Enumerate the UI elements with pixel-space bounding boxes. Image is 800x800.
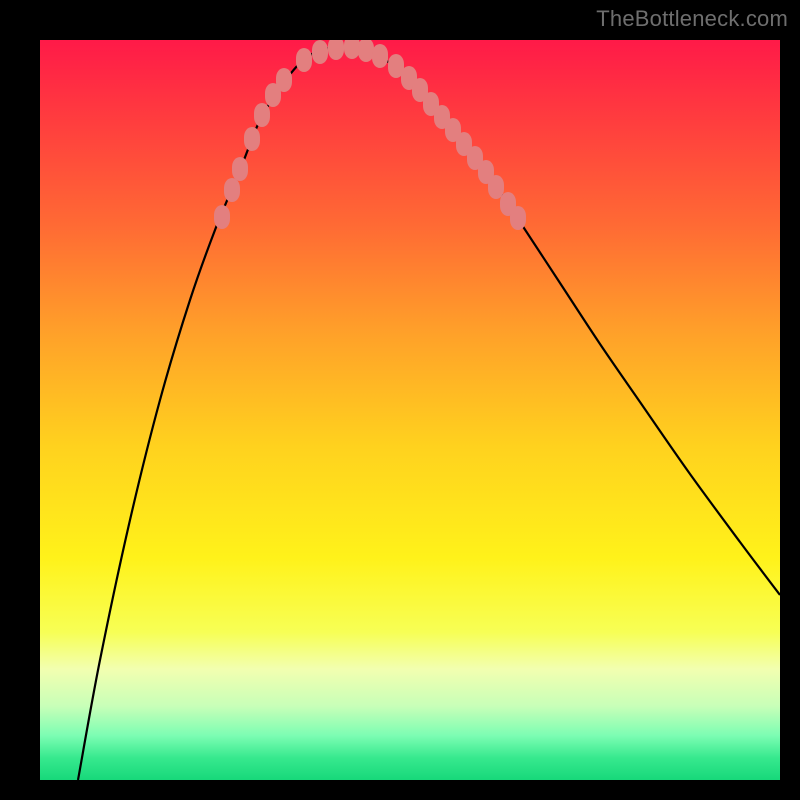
marker-points: [214, 40, 526, 230]
curve-path: [78, 47, 780, 780]
marker-dot: [488, 175, 504, 199]
chart-frame: TheBottleneck.com: [0, 0, 800, 800]
marker-dot: [244, 127, 260, 151]
marker-dot: [358, 40, 374, 62]
marker-dot: [328, 40, 344, 60]
marker-dot: [510, 206, 526, 230]
marker-dot: [344, 40, 360, 59]
watermark-text: TheBottleneck.com: [596, 6, 788, 32]
marker-dot: [372, 44, 388, 68]
marker-dot: [312, 40, 328, 64]
marker-dot: [276, 68, 292, 92]
marker-dot: [296, 48, 312, 72]
curve-line: [78, 47, 780, 780]
plot-area: [40, 40, 780, 780]
marker-dot: [254, 103, 270, 127]
marker-dot: [224, 178, 240, 202]
marker-dot: [232, 157, 248, 181]
marker-dot: [214, 205, 230, 229]
chart-svg: [40, 40, 780, 780]
